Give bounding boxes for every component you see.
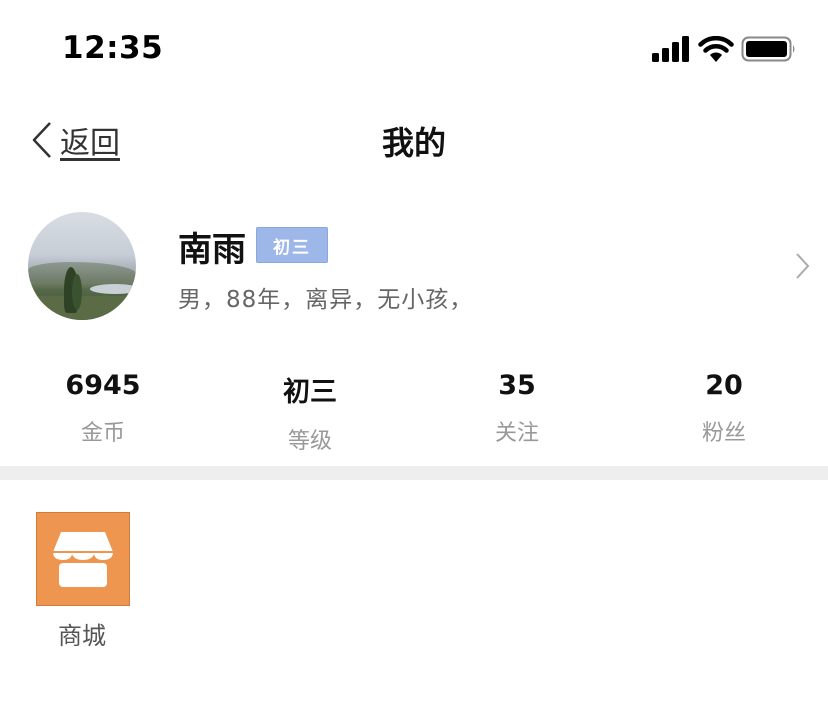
- stat-coins[interactable]: 6945 金币: [13, 370, 193, 447]
- user-name: 南雨: [178, 230, 246, 270]
- stats-row: 6945 金币 初三 等级 35 关注 20 粉丝: [0, 370, 828, 454]
- wifi-icon: [698, 36, 734, 62]
- status-bar: 12:35: [0, 0, 828, 100]
- mall-button[interactable]: 商城: [36, 512, 130, 650]
- cellular-signal-icon: [652, 36, 689, 62]
- section-divider: [0, 466, 828, 480]
- stat-value: 20: [705, 370, 743, 401]
- stat-label: 关注: [494, 421, 539, 446]
- stat-value: 初三: [283, 377, 337, 408]
- stat-label: 粉丝: [701, 421, 746, 446]
- stat-value: 6945: [65, 370, 141, 401]
- stat-fans[interactable]: 20 粉丝: [634, 370, 814, 447]
- stat-label: 金币: [80, 421, 125, 446]
- mall-label: 商城: [58, 622, 106, 650]
- level-badge: 初三: [256, 227, 328, 263]
- page-title: 我的: [381, 124, 446, 162]
- chevron-right-icon: [796, 253, 810, 279]
- stat-level[interactable]: 初三 等级: [220, 370, 400, 455]
- shop-icon: [36, 512, 130, 606]
- stat-label: 等级: [287, 429, 332, 454]
- avatar: [28, 212, 136, 320]
- stat-value: 35: [498, 370, 536, 401]
- stat-following[interactable]: 35 关注: [427, 370, 607, 447]
- status-time: 12:35: [62, 30, 164, 66]
- profile-row[interactable]: 南雨 初三 男，88年，离异，无小孩，: [0, 200, 828, 330]
- user-info: 男，88年，离异，无小孩，: [178, 287, 474, 313]
- battery-icon: [741, 36, 795, 62]
